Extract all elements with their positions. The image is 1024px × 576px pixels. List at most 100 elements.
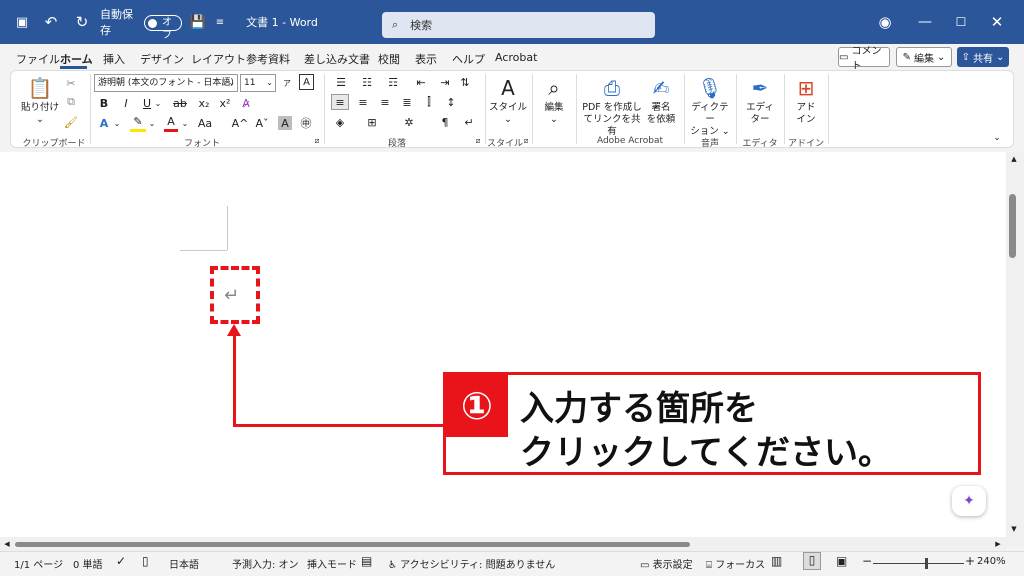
redo-icon[interactable]: ↻: [72, 0, 92, 44]
styles-button[interactable]: A スタイル ⌄: [488, 76, 528, 126]
scroll-left-icon[interactable]: ◀: [2, 539, 12, 549]
chevron-down-icon[interactable]: ⌄: [181, 114, 189, 132]
save-icon[interactable]: ▣: [12, 0, 32, 44]
customize-icon[interactable]: ≡: [212, 0, 228, 44]
align-center-icon[interactable]: ≡: [354, 94, 372, 110]
italic-button[interactable]: I: [119, 94, 133, 112]
bold-button[interactable]: B: [97, 94, 111, 112]
zoom-out-icon[interactable]: −: [862, 554, 872, 568]
macro-icon[interactable]: ▤: [361, 554, 372, 568]
justify-icon[interactable]: ≣: [398, 94, 416, 110]
chevron-down-icon[interactable]: ⌄: [113, 114, 121, 132]
create-pdf-button[interactable]: ⎙ PDF を作成し てリンクを共有: [580, 76, 644, 138]
focus-mode[interactable]: ⌸ フォーカス: [706, 556, 765, 571]
scroll-up-icon[interactable]: ▲: [1008, 154, 1020, 164]
strikethrough-button[interactable]: ab: [172, 94, 188, 112]
align-left-icon[interactable]: ≡: [331, 94, 349, 110]
clear-formatting-icon[interactable]: A̷: [239, 94, 253, 112]
scroll-down-icon[interactable]: ▼: [1008, 524, 1020, 534]
change-case-icon[interactable]: Aa: [198, 114, 212, 132]
save-icon[interactable]: 💾: [188, 0, 208, 44]
copy-icon[interactable]: ⧉: [63, 93, 79, 111]
format-painter-icon[interactable]: 🖌: [63, 113, 79, 131]
editor-button[interactable]: ✒ エディ ター: [740, 76, 780, 126]
multilevel-list-icon[interactable]: ☶: [384, 74, 402, 90]
horizontal-scroll-thumb[interactable]: [15, 542, 690, 547]
show-formatting-icon[interactable]: ¶: [436, 114, 454, 130]
word-count[interactable]: 0 単語: [73, 556, 103, 571]
tab-view[interactable]: 表示: [415, 51, 437, 67]
font-color-icon[interactable]: A: [164, 114, 178, 132]
share-button[interactable]: ⇪ 共有 ⌄: [957, 47, 1009, 67]
tab-mailings[interactable]: 差し込み文書: [304, 51, 370, 67]
minimize-icon[interactable]: —: [914, 0, 936, 44]
sort-icon[interactable]: ⇅: [456, 74, 474, 90]
zoom-slider[interactable]: [873, 563, 964, 564]
decrease-indent-icon[interactable]: ⇤: [412, 74, 430, 90]
bullets-icon[interactable]: ☰: [332, 74, 350, 90]
phonetic-guide-icon[interactable]: ア: [280, 74, 294, 92]
dialog-launcher-icon[interactable]: ⧄: [312, 136, 322, 146]
autosave-toggle[interactable]: オフ: [144, 15, 182, 41]
copilot-icon[interactable]: ✦: [952, 486, 986, 516]
close-icon[interactable]: ✕: [986, 0, 1008, 44]
font-name-select[interactable]: 游明朝 (本文のフォント - 日本語) ⌄: [94, 74, 238, 92]
comment-button[interactable]: ▭ コメント: [838, 46, 890, 72]
align-right-icon[interactable]: ≡: [376, 94, 394, 110]
distributed-icon[interactable]: ⫿: [420, 94, 438, 110]
scroll-right-icon[interactable]: ▶: [993, 539, 1003, 549]
font-size-select[interactable]: 11 ⌄: [240, 74, 276, 92]
addins-button[interactable]: ⊞ アド イン: [788, 76, 824, 126]
tab-review[interactable]: 校閲: [378, 51, 400, 67]
tab-acrobat[interactable]: Acrobat: [495, 51, 537, 64]
zoom-level[interactable]: 240%: [977, 556, 1006, 567]
display-settings[interactable]: ▭ 表示設定: [640, 556, 693, 571]
zoom-in-icon[interactable]: +: [965, 554, 975, 568]
edit-mode-button[interactable]: ✎ 編集 ⌄: [896, 47, 952, 67]
tab-file[interactable]: ファイル: [16, 51, 60, 67]
tab-help[interactable]: ヘルプ: [452, 51, 485, 67]
increase-indent-icon[interactable]: ⇥: [436, 74, 454, 90]
tab-layout[interactable]: レイアウト: [191, 51, 246, 67]
subscript-button[interactable]: x₂: [196, 94, 212, 112]
editing-button[interactable]: ⌕ 編集 ⌄: [537, 76, 571, 126]
page-count[interactable]: 1/1 ページ: [14, 556, 63, 571]
collapse-ribbon-icon[interactable]: ⌄: [990, 132, 1004, 144]
enclose-characters-icon[interactable]: ㊥: [298, 114, 314, 132]
search-box[interactable]: ⌕ 検索: [382, 12, 655, 38]
paste-button[interactable]: 📋 貼り付け ⌄: [20, 76, 60, 126]
text-effects-icon[interactable]: A: [97, 114, 111, 132]
book-icon[interactable]: ▯: [142, 554, 149, 568]
document-canvas[interactable]: [0, 152, 1006, 537]
character-border-icon[interactable]: A: [299, 74, 314, 90]
borders-icon[interactable]: ⊞: [363, 114, 381, 130]
asian-layout-icon[interactable]: ✲: [400, 114, 418, 130]
chevron-down-icon[interactable]: ⌄: [148, 114, 156, 132]
accessibility-status[interactable]: ♿ アクセシビリティ: 問題ありません: [388, 556, 555, 571]
chevron-down-icon[interactable]: ⌄: [154, 94, 162, 112]
zoom-slider-thumb[interactable]: [925, 558, 928, 569]
tab-design[interactable]: デザイン: [140, 51, 184, 67]
predictive-input[interactable]: 予測入力: オン: [232, 556, 299, 571]
maximize-icon[interactable]: ☐: [950, 0, 972, 44]
undo-icon[interactable]: ↶: [40, 0, 62, 44]
character-shading-icon[interactable]: A: [278, 116, 292, 130]
read-mode-icon[interactable]: ▥: [771, 554, 782, 568]
numbering-icon[interactable]: ☷: [358, 74, 376, 90]
print-layout-icon[interactable]: ▯: [803, 552, 821, 570]
web-layout-icon[interactable]: ▣: [836, 554, 847, 568]
proofing-icon[interactable]: ✓: [116, 554, 126, 568]
shading-icon[interactable]: ◈: [331, 114, 349, 130]
paragraph-mark-icon[interactable]: ↵: [224, 285, 239, 306]
tab-references[interactable]: 参考資料: [246, 51, 290, 67]
shrink-font-icon[interactable]: Aˇ: [254, 114, 270, 132]
dialog-launcher-icon[interactable]: ⧄: [473, 136, 483, 146]
tab-insert[interactable]: 挿入: [103, 51, 125, 67]
line-spacing-icon[interactable]: ↕: [442, 94, 460, 110]
grow-font-icon[interactable]: A^: [232, 114, 249, 132]
dialog-launcher-icon[interactable]: ⧄: [521, 136, 531, 146]
dictate-button[interactable]: 🎙 ディクテー ション ⌄: [688, 76, 732, 138]
superscript-button[interactable]: x²: [217, 94, 233, 112]
language[interactable]: 日本語: [169, 556, 199, 571]
cut-icon[interactable]: ✂: [63, 74, 79, 92]
